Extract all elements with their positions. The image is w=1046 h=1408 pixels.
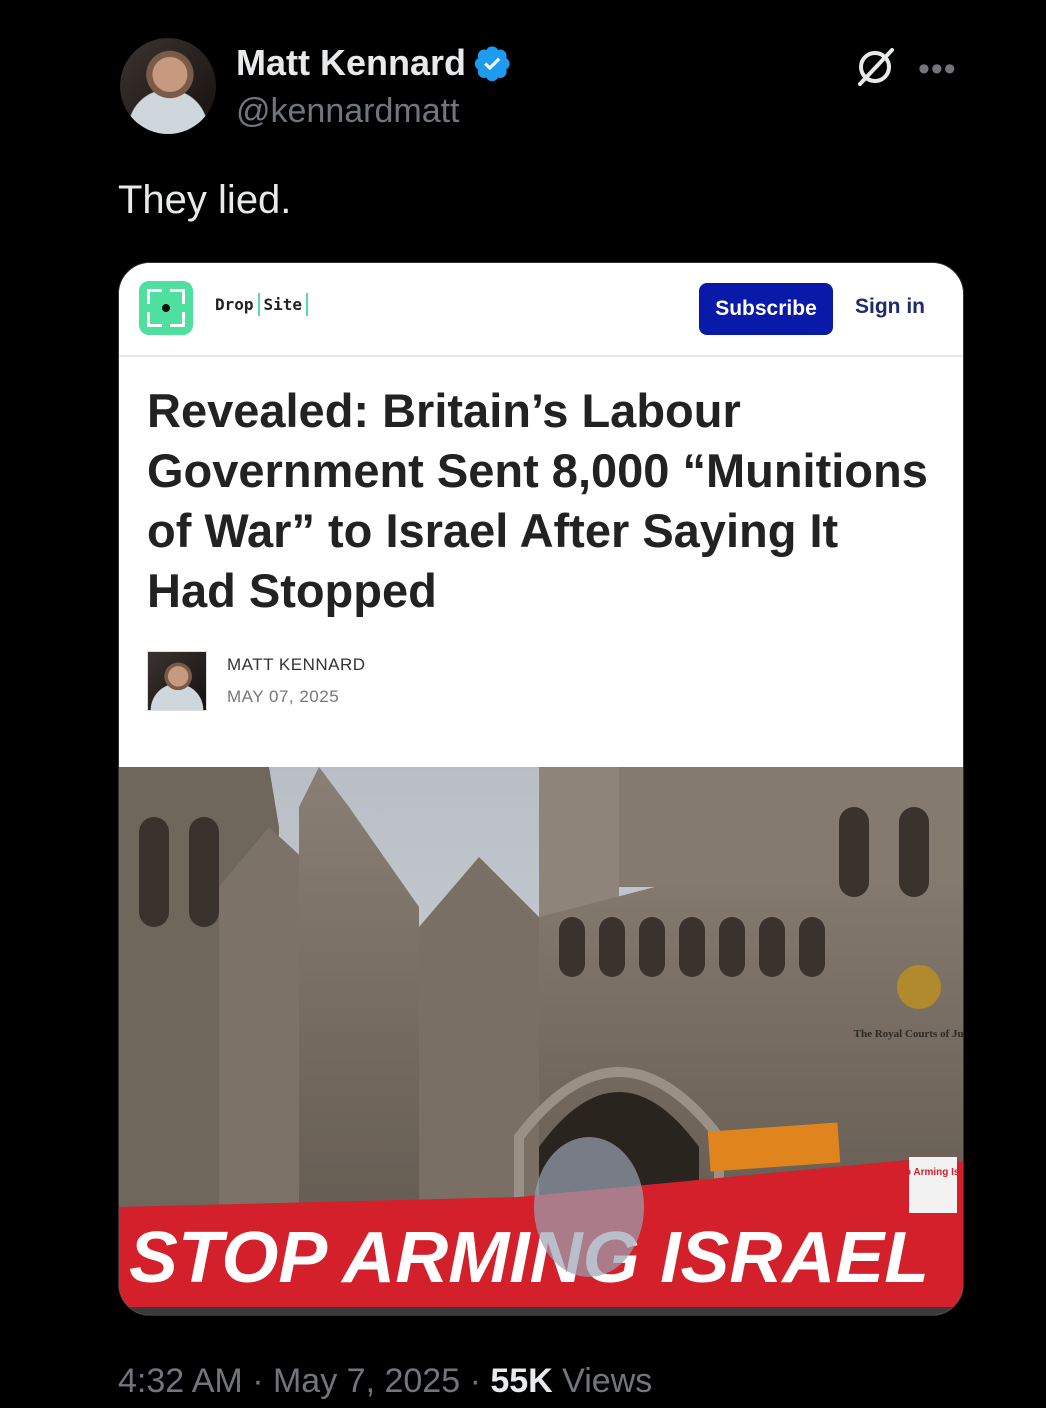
banner-text: STOP ARMING ISRAEL [129, 1218, 929, 1298]
article-author-name: MATT KENNARD [227, 655, 366, 674]
tweet-meta: 4:32 AM · May 7, 2025 · 55K Views [118, 1362, 652, 1401]
article-headline: Revealed: Britain’s Labour Government Se… [147, 384, 928, 617]
tweet-header: Matt Kennard @kennardmatt ••• [120, 38, 960, 138]
views-count[interactable]: 55K [490, 1362, 552, 1400]
meta-separator: · [252, 1362, 264, 1400]
grok-icon[interactable] [852, 44, 898, 90]
tweet-text: They lied. [118, 178, 292, 222]
tweet-time[interactable]: 4:32 AM [118, 1362, 243, 1400]
more-icon[interactable]: ••• [918, 50, 957, 89]
wordmark-site: Site [257, 293, 309, 316]
author-handle[interactable]: @kennardmatt [236, 92, 460, 131]
author-avatar[interactable] [120, 38, 216, 134]
article-card[interactable]: Drop Site Subscribe Sign in Revealed: Bri… [118, 262, 964, 1316]
author-name[interactable]: Matt Kennard [236, 42, 466, 84]
drop-site-logo-icon [139, 281, 193, 335]
site-header: Drop Site Subscribe Sign in [119, 263, 963, 357]
views-label: Views [562, 1362, 653, 1400]
wordmark-drop: Drop [215, 295, 254, 314]
protest-sign-text: Stop Arming Israel [889, 1167, 963, 1178]
drop-site-wordmark: Drop Site [211, 293, 309, 316]
verified-badge-icon[interactable] [474, 44, 512, 82]
article-photo: The Royal Courts of Justice STOP ARMING … [119, 767, 963, 1315]
tweet-date[interactable]: May 7, 2025 [273, 1362, 460, 1400]
building-sign-text: The Royal Courts of Justice [854, 1028, 963, 1040]
author-name-row: Matt Kennard [236, 42, 512, 84]
subscribe-button[interactable]: Subscribe [699, 283, 833, 335]
article-author-avatar [147, 651, 207, 711]
meta-separator: · [469, 1362, 481, 1400]
sign-in-link[interactable]: Sign in [855, 295, 925, 319]
article-date: MAY 07, 2025 [227, 687, 340, 706]
